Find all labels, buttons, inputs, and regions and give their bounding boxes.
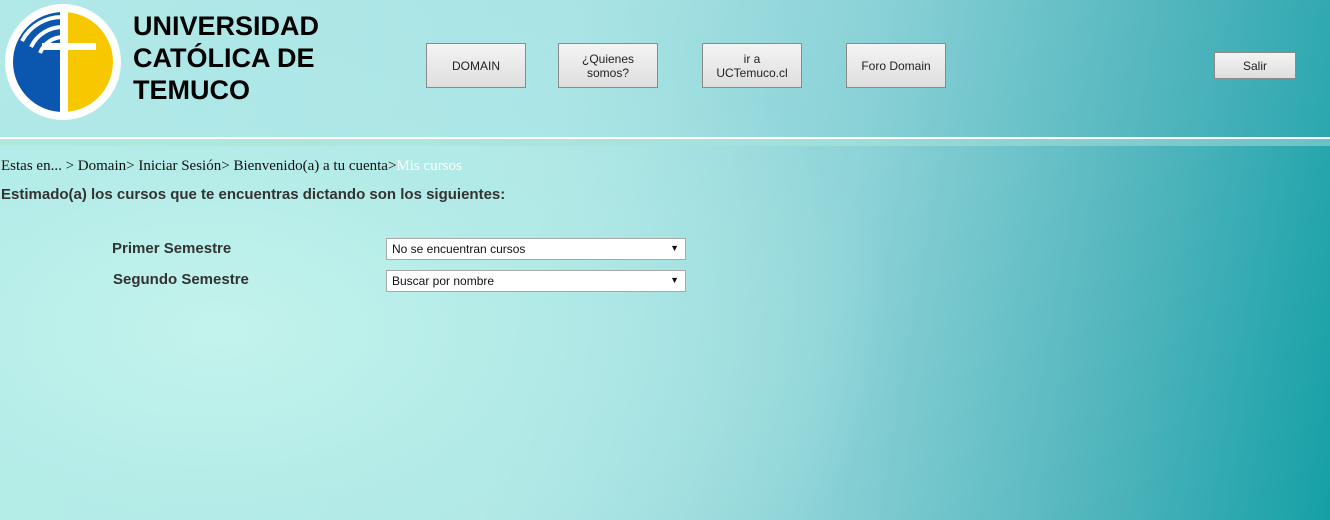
header-divider-shadow [0, 139, 1330, 146]
logout-button[interactable]: Salir [1214, 52, 1296, 79]
nav-button-foro-domain[interactable]: Foro Domain [846, 43, 946, 88]
nav-button-domain[interactable]: DOMAIN [426, 43, 526, 88]
university-name-line-2: CATÓLICA DE [133, 43, 315, 73]
dropdown-arrow-icon: ▼ [670, 275, 679, 285]
breadcrumb-item-iniciar-sesion[interactable]: Iniciar Sesión> [138, 158, 229, 174]
dropdown-arrow-icon: ▼ [670, 243, 679, 253]
university-name-line-3: TEMUCO [133, 75, 250, 105]
second-semester-label: Segundo Semestre [113, 271, 249, 288]
first-semester-selected-value: No se encuentran cursos [392, 242, 526, 256]
breadcrumb-current: Mis cursos [396, 158, 462, 174]
first-semester-label: Primer Semestre [112, 240, 232, 257]
uct-cross-logo-icon[interactable] [4, 3, 122, 121]
university-name-line-1: UNIVERSIDAD [133, 11, 320, 41]
second-semester-selected-value: Buscar por nombre [392, 274, 495, 288]
breadcrumb-item-bienvenido[interactable]: Bienvenido(a) a tu cuenta> [233, 158, 396, 174]
nav-button-quienes-somos[interactable]: ¿Quienes somos? [558, 43, 658, 88]
breadcrumb-prefix: Estas en... > [1, 158, 75, 174]
intro-text: Estimado(a) los cursos que te encuentras… [1, 186, 506, 203]
university-name: UNIVERSIDAD CATÓLICA DE TEMUCO [133, 10, 319, 106]
breadcrumb: Estas en... > Domain> Iniciar Sesión> Bi… [1, 158, 462, 175]
breadcrumb-item-domain[interactable]: Domain> [78, 158, 135, 174]
second-semester-select[interactable]: Buscar por nombre ▼ [386, 270, 686, 292]
first-semester-select[interactable]: No se encuentran cursos ▼ [386, 238, 686, 260]
nav-button-uctemuco[interactable]: ir a UCTemuco.cl [702, 43, 802, 88]
